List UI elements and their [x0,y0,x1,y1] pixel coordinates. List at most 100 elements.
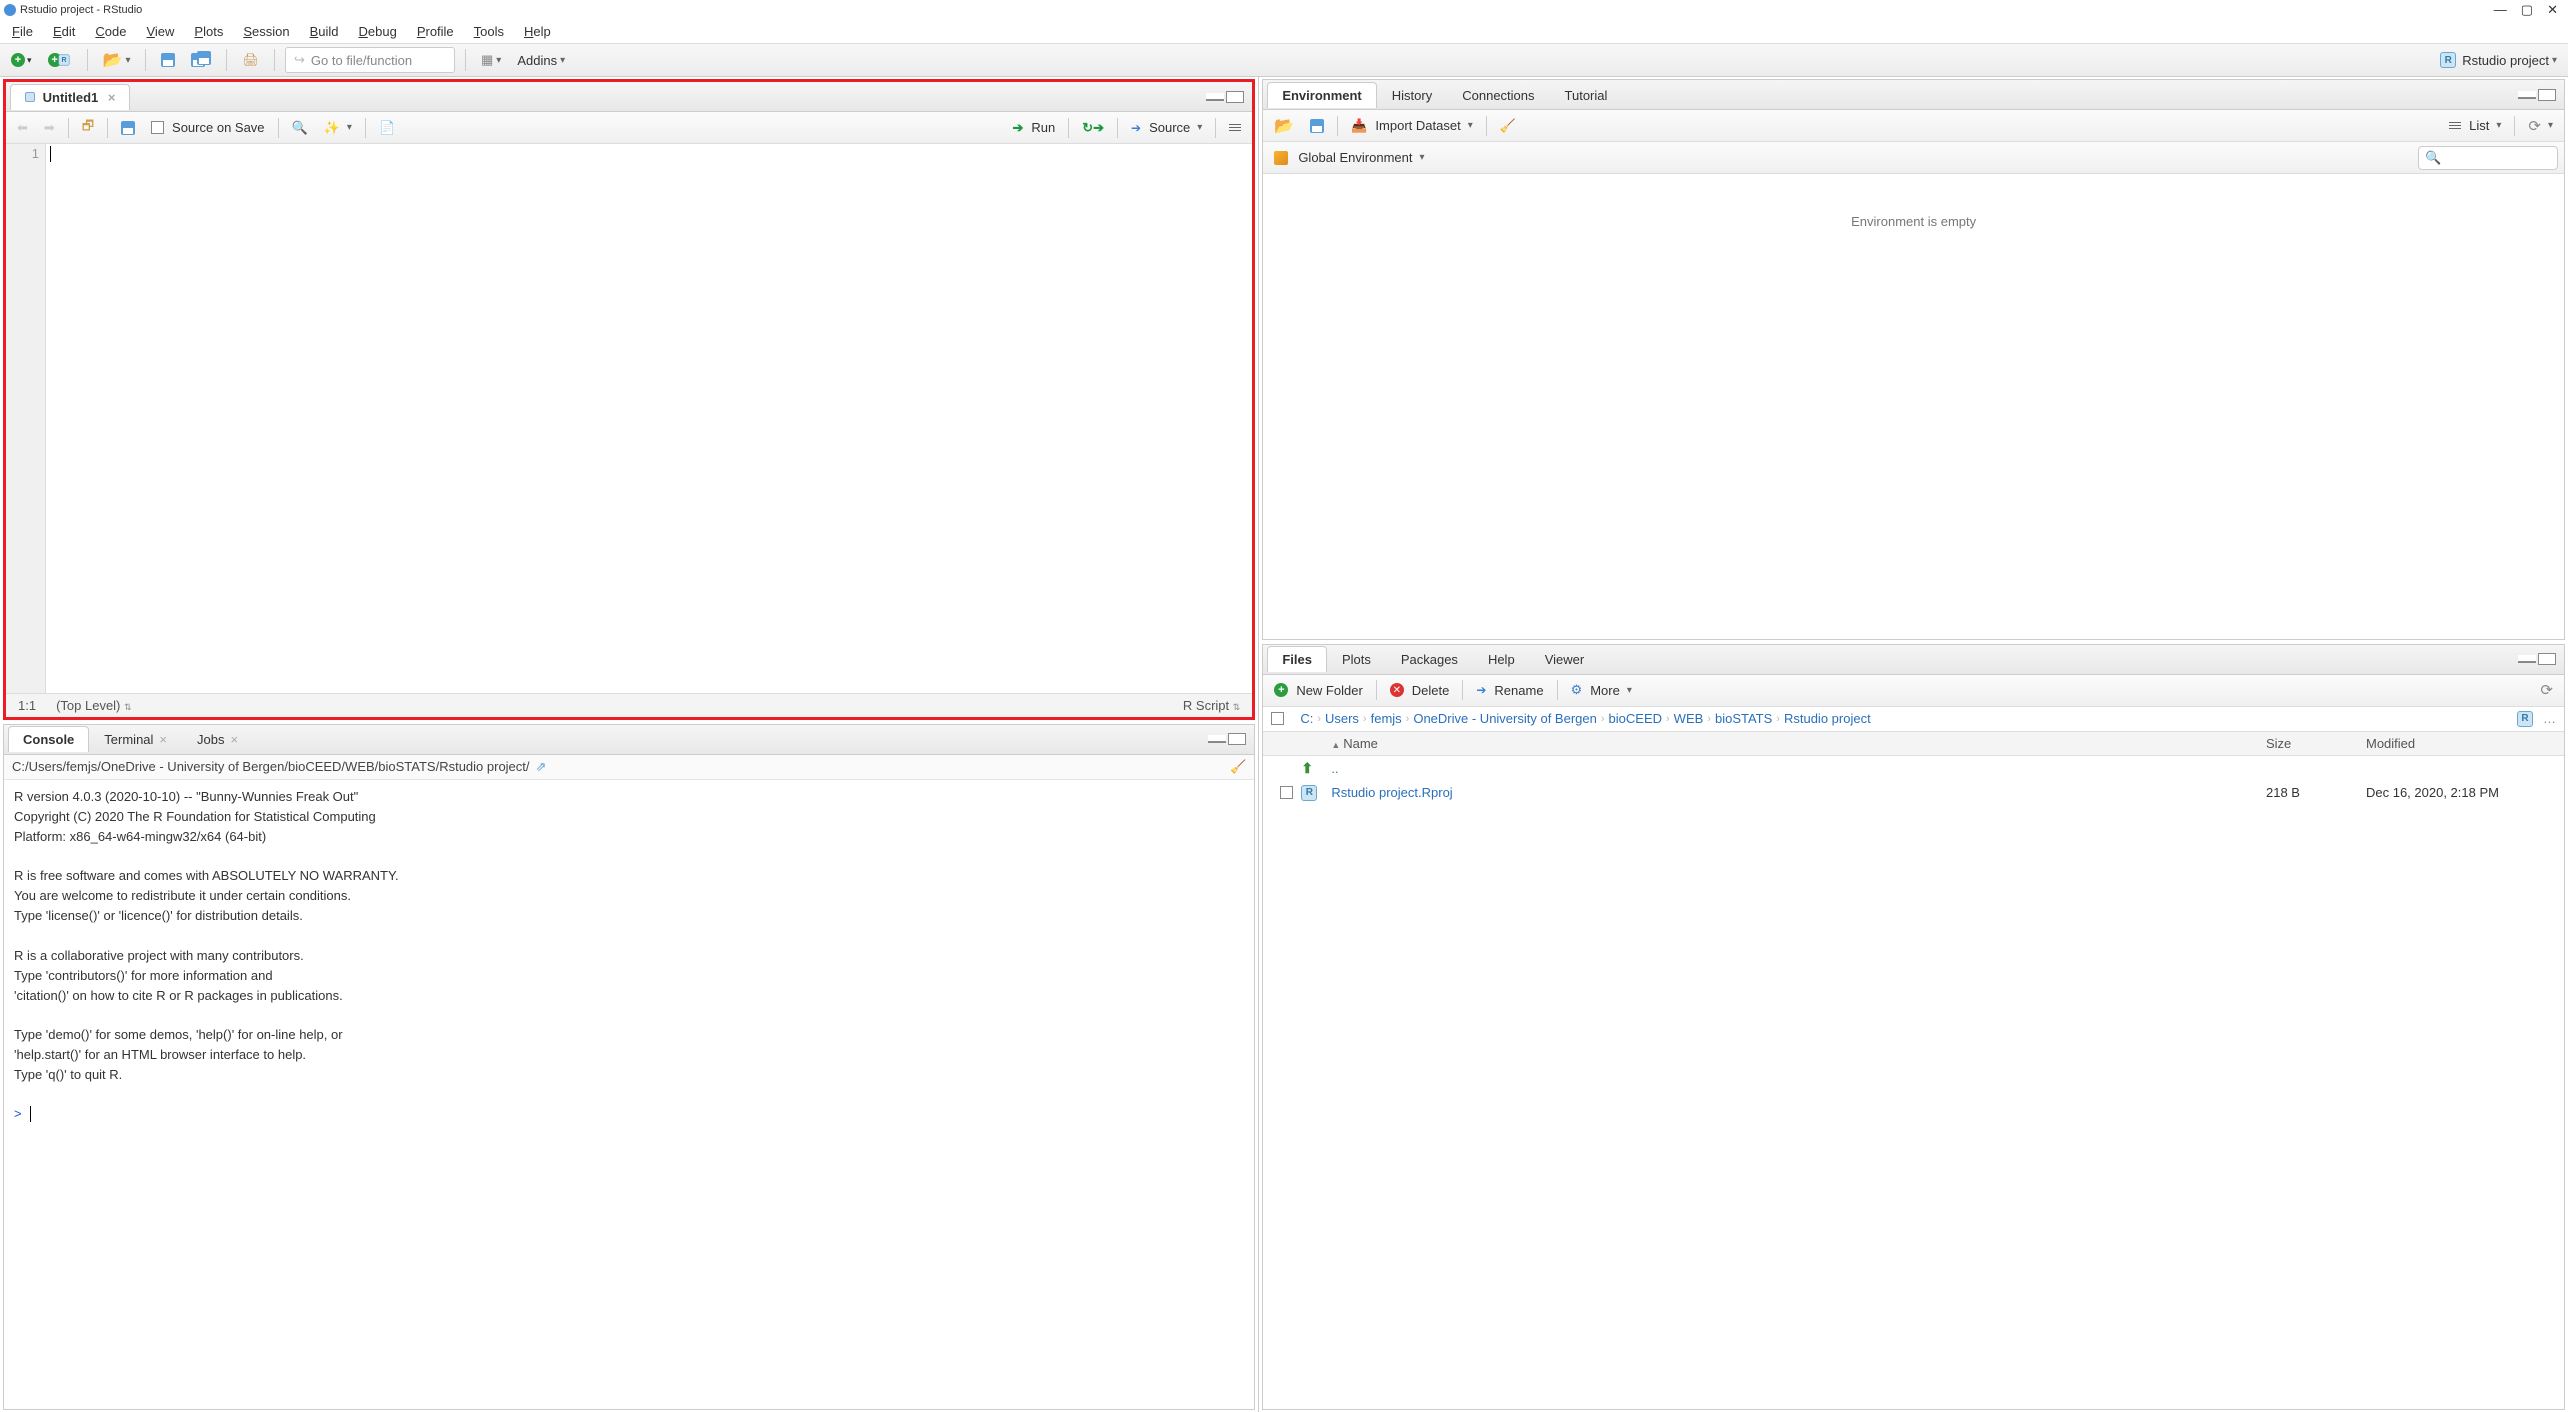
menu-profile[interactable]: Profile [411,22,460,41]
pane-minimize-icon[interactable] [1208,735,1226,743]
tab-plots[interactable]: Plots [1327,646,1386,672]
menu-help[interactable]: Help [518,22,557,41]
find-button[interactable]: 🔍 [287,118,313,138]
close-icon[interactable]: × [159,732,167,747]
outline-button[interactable] [1224,122,1246,133]
crumb[interactable]: Rstudio project [1784,711,1871,726]
tab-console[interactable]: Console [8,726,89,752]
menu-debug[interactable]: Debug [353,22,403,41]
pane-maximize-icon[interactable] [2538,653,2556,665]
open-file-button[interactable]: 📂 [98,48,136,72]
select-all-checkbox[interactable] [1271,712,1284,725]
crumb[interactable]: WEB [1674,711,1704,726]
nav-fwd-button[interactable]: ➡ [39,118,60,138]
col-size[interactable]: Size [2266,736,2366,751]
crumb[interactable]: C: [1300,711,1313,726]
menu-edit[interactable]: Edit [47,22,81,41]
rerun-button[interactable]: ↻➔ [1077,118,1109,138]
tab-tutorial[interactable]: Tutorial [1550,82,1623,108]
wand-button[interactable]: ✨ [319,118,357,138]
goto-dir-icon[interactable]: ⇗ [536,759,547,775]
source-script-button[interactable]: ➔Source [1126,118,1207,137]
col-modified[interactable]: Modified [2366,736,2556,751]
pane-minimize-icon[interactable] [2518,91,2536,99]
save-source-button[interactable] [116,119,140,137]
close-icon[interactable]: × [230,732,238,747]
file-checkbox[interactable] [1280,786,1293,799]
console-output[interactable]: R version 4.0.3 (2020-10-10) -- "Bunny-W… [4,780,1254,1409]
tab-environment[interactable]: Environment [1267,82,1376,108]
tab-packages[interactable]: Packages [1386,646,1473,672]
window-close[interactable]: ✕ [2547,2,2558,18]
clear-console-icon[interactable]: 🧹 [1230,759,1246,775]
code-editor[interactable] [46,144,1252,693]
print-button[interactable]: 🖨 [237,48,264,72]
file-up-row[interactable]: ⬆ .. [1263,756,2564,781]
pane-minimize-icon[interactable] [2518,655,2536,663]
pane-maximize-icon[interactable] [2538,89,2556,101]
tab-connections[interactable]: Connections [1447,82,1549,108]
source-on-save-checkbox[interactable]: Source on Save [146,118,270,137]
tab-viewer[interactable]: Viewer [1530,646,1600,672]
save-workspace-button[interactable] [1305,117,1329,135]
crumb[interactable]: OneDrive - University of Bergen [1413,711,1597,726]
crumb[interactable]: Users [1325,711,1359,726]
project-menu[interactable]: R Rstudio project [2435,48,2562,72]
menu-plots[interactable]: Plots [188,22,229,41]
close-tab-icon[interactable]: × [108,90,116,105]
tab-files[interactable]: Files [1267,646,1327,672]
crumb[interactable]: femjs [1371,711,1402,726]
notebook-button[interactable]: 📄 [374,118,400,138]
pane-maximize-icon[interactable] [1228,733,1246,745]
goto-file-input[interactable]: ↪ Go to file/function [285,47,455,73]
env-empty-message: Environment is empty [1263,174,2564,639]
tab-terminal[interactable]: Terminal× [89,726,182,752]
new-project-button[interactable]: +R [43,48,77,72]
crumb[interactable]: bioCEED [1609,711,1662,726]
rename-button[interactable]: ➔Rename [1471,681,1548,700]
file-row[interactable]: R Rstudio project.Rproj 218 B Dec 16, 20… [1263,781,2564,805]
menu-code[interactable]: Code [89,22,132,41]
more-button[interactable]: ⚙More [1566,680,1637,700]
menu-tools[interactable]: Tools [468,22,510,41]
refresh-files-button[interactable]: ⟳ [2535,679,2558,701]
run-button[interactable]: ➔Run [1007,118,1060,138]
nav-back-button[interactable]: ⬅ [12,118,33,138]
tab-jobs[interactable]: Jobs× [182,726,253,752]
refresh-env-button[interactable]: ⟳ [2523,115,2558,137]
load-workspace-button[interactable]: 📂 [1269,114,1299,138]
menu-view[interactable]: View [140,22,180,41]
window-title: Rstudio project - RStudio [20,4,142,16]
scope-indicator[interactable]: (Top Level) ⇅ [56,698,131,713]
window-maximize[interactable]: ▢ [2521,2,2533,18]
env-scope-button[interactable]: Global Environment [1269,148,1429,167]
file-type-indicator[interactable]: R Script ⇅ [1183,698,1240,713]
save-all-button[interactable] [186,48,216,72]
new-folder-button[interactable]: +New Folder [1269,681,1367,700]
crumb[interactable]: bioSTATS [1715,711,1772,726]
addins-button[interactable]: Addins [512,48,570,72]
menu-file[interactable]: File [6,22,39,41]
env-search-input[interactable]: 🔍 [2418,146,2558,170]
clear-objects-button[interactable]: 🧹 [1495,116,1521,136]
delete-button[interactable]: ✕Delete [1385,681,1455,700]
pane-minimize-icon[interactable] [1206,93,1224,101]
new-file-button[interactable]: +▾ [6,48,37,72]
col-name[interactable]: ▲Name [1331,736,2266,751]
menu-session[interactable]: Session [237,22,295,41]
file-name[interactable]: Rstudio project.Rproj [1331,785,2266,800]
grid-button[interactable]: ▦ [476,48,506,72]
save-button[interactable] [156,48,180,72]
pane-maximize-icon[interactable] [1226,91,1244,103]
menu-build[interactable]: Build [304,22,345,41]
import-dataset-button[interactable]: 📥Import Dataset [1346,116,1477,136]
source-tab-untitled[interactable]: Untitled1 × [10,84,130,110]
tab-help[interactable]: Help [1473,646,1530,672]
goto-project-icon[interactable]: R [2517,711,2533,727]
view-mode-button[interactable]: List [2444,116,2506,135]
window-minimize[interactable]: — [2494,2,2507,18]
main-toolbar: +▾ +R 📂 🖨 ↪ Go to file/function ▦ Addins… [0,43,2568,77]
tab-history[interactable]: History [1377,82,1447,108]
path-more-button[interactable]: … [2543,711,2556,726]
popout-button[interactable]: 🗗 [77,115,99,141]
